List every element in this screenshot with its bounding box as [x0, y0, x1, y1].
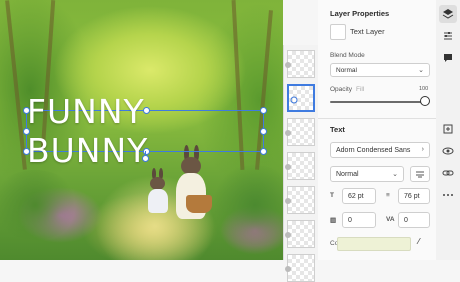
layers-icon[interactable] — [439, 5, 457, 23]
chevron-down-icon: ⌄ — [418, 67, 424, 74]
layers-strip — [283, 45, 320, 282]
panel-title: Layer Properties — [330, 9, 390, 18]
visibility-icon[interactable] — [439, 142, 457, 160]
opacity-slider-track[interactable] — [330, 101, 424, 103]
resize-handle-left[interactable] — [23, 128, 30, 135]
resize-handle-top-right[interactable] — [260, 107, 267, 114]
link-icon[interactable] — [439, 164, 457, 182]
resize-handle-bottom-left[interactable] — [23, 148, 30, 155]
resize-handle-top-left[interactable] — [23, 107, 30, 114]
kerning-icon: VA — [386, 216, 395, 223]
add-layer-icon[interactable] — [439, 120, 457, 138]
opacity-slider-knob[interactable] — [420, 96, 430, 106]
fill-label: Fill — [356, 86, 365, 93]
adjustments-icon[interactable] — [439, 27, 457, 45]
font-size-icon: T — [330, 192, 334, 199]
text-options-button[interactable] — [410, 166, 430, 182]
tree-trunk — [5, 0, 27, 170]
layer-thumbnail[interactable] — [285, 50, 315, 78]
resize-handle-top[interactable] — [143, 107, 150, 114]
tracking-field[interactable]: 0 — [342, 212, 376, 228]
more-icon[interactable] — [439, 186, 457, 204]
line-height-field[interactable]: 76 pt — [398, 188, 430, 204]
font-size-field[interactable]: 62 pt — [342, 188, 376, 204]
opacity-value: 100 — [419, 86, 429, 92]
comments-icon[interactable] — [439, 49, 457, 67]
font-family-select[interactable]: Adorn Condensed Sans › — [330, 142, 430, 158]
rotate-handle[interactable] — [142, 155, 149, 162]
properties-panel: Layer Properties Text Layer Blend Mode N… — [318, 0, 437, 260]
blend-mode-value: Normal — [336, 67, 357, 74]
right-rail — [436, 0, 460, 260]
font-style-select[interactable]: Normal ⌄ — [330, 166, 404, 182]
font-family-value: Adorn Condensed Sans — [336, 147, 411, 154]
chevron-right-icon: › — [421, 146, 424, 153]
text-layer-icon — [290, 96, 298, 104]
opacity-label: Opacity — [330, 86, 353, 93]
eyedropper-icon[interactable]: ⁄ — [418, 237, 419, 246]
image-canvas[interactable]: FUNNY BUNNY — [0, 0, 283, 260]
text-options-icon — [416, 171, 424, 178]
layer-thumbnail-active[interactable] — [287, 84, 315, 112]
resize-handle-bottom-right[interactable] — [260, 148, 267, 155]
resize-handle-right[interactable] — [260, 128, 267, 135]
layer-thumbnail[interactable] — [285, 254, 315, 282]
layer-thumbnail[interactable] — [285, 118, 315, 146]
blend-mode-select[interactable]: Normal ⌄ — [330, 63, 430, 77]
layer-thumbnail[interactable] — [285, 220, 315, 248]
chevron-down-icon: ⌄ — [392, 171, 398, 178]
font-style-value: Normal — [336, 171, 359, 178]
foliage — [210, 165, 283, 245]
color-swatch[interactable] — [337, 237, 411, 251]
tracking-icon: ▥ — [330, 217, 337, 224]
layer-thumbnail[interactable] — [285, 186, 315, 214]
text-layer-selection[interactable]: FUNNY BUNNY — [23, 92, 267, 170]
layer-swatch — [330, 24, 346, 40]
line-height-icon: ≡ — [386, 192, 390, 199]
foliage — [0, 170, 80, 240]
blend-mode-label: Blend Mode — [330, 52, 365, 59]
layer-thumbnail[interactable] — [285, 152, 315, 180]
divider — [318, 118, 436, 119]
text-section-title: Text — [330, 125, 345, 134]
canvas-text[interactable]: FUNNY BUNNY — [27, 92, 263, 170]
kerning-field[interactable]: 0 — [398, 212, 430, 228]
bunny-small — [146, 168, 170, 220]
layer-name: Text Layer — [350, 27, 385, 36]
